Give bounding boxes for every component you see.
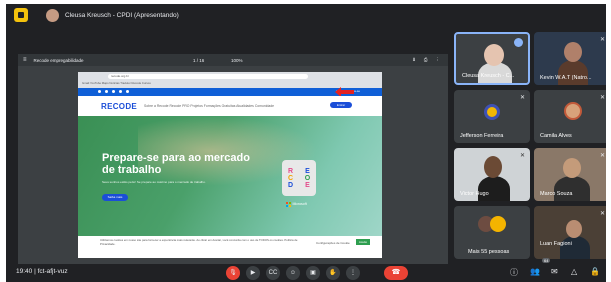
page-indicator: 1 / 16 xyxy=(193,57,205,63)
muted-mic-icon: ✕ xyxy=(599,95,605,101)
more-participants-tile[interactable]: Mais 55 pessoas xyxy=(454,206,530,259)
recode-card-logo: RECODE xyxy=(282,160,316,196)
hero-subtitle: Seus sonhos estão perto! Se prepare ao m… xyxy=(102,180,206,184)
avatar xyxy=(490,216,506,232)
microphone-toggle-icon[interactable]: 🎙 xyxy=(226,266,240,280)
participant-tile[interactable]: ✕ Luan Fagioni xyxy=(534,206,606,259)
chat-icon[interactable]: ✉ xyxy=(551,267,558,276)
download-icon[interactable]: ⬇ xyxy=(412,57,416,63)
site-nav: RECODE Sobre a Recode Recode PRO Projeto… xyxy=(78,96,382,116)
meeting-info: 19:40 | fct-afjt-vuz xyxy=(16,268,68,275)
cookie-accept-button: Aceito xyxy=(356,239,370,245)
current-time: 19:40 xyxy=(16,268,33,275)
avatar xyxy=(564,102,582,120)
top-bar: Cleusa Kreusch - CPDI (Apresentando) xyxy=(6,4,606,26)
zoom-level[interactable]: 100% xyxy=(231,58,243,63)
participant-name: Marco Souza xyxy=(540,191,573,197)
meet-app-icon xyxy=(14,8,28,22)
meet-window: Cleusa Kreusch - CPDI (Apresentando) ≡ R… xyxy=(6,4,606,282)
activities-icon[interactable]: △ xyxy=(571,267,577,276)
menu-icon[interactable]: ≡ xyxy=(23,57,27,63)
hero-cta: Saiba mais xyxy=(102,194,128,201)
meeting-code: fct-afjt-vuz xyxy=(37,268,68,275)
muted-mic-icon: ✕ xyxy=(599,37,605,43)
present-screen-icon[interactable]: ▣ xyxy=(306,266,320,280)
speaking-indicator-icon xyxy=(514,38,523,47)
more-vertical-icon[interactable]: ⋮ xyxy=(436,57,441,63)
host-controls-icon[interactable]: 🔒 xyxy=(590,267,600,276)
muted-mic-icon: ✕ xyxy=(599,153,605,159)
participant-tile[interactable]: ✕ Kevin W.A.T (Natro... xyxy=(534,32,606,85)
cookie-banner: Utilizamos cookies em nosso site para fo… xyxy=(78,236,382,258)
social-icons xyxy=(98,90,129,93)
people-icon[interactable]: 👥 xyxy=(530,267,540,276)
hero-banner: Prepare-se para ao mercado de trabalho S… xyxy=(78,116,382,236)
participant-name: Kevin W.A.T (Natro... xyxy=(540,75,592,81)
site-nav-links: Sobre a Recode Recode PRO Projetos Forma… xyxy=(144,104,275,108)
print-icon[interactable]: ⎙ xyxy=(424,57,428,63)
presenter-label: Cleusa Kreusch - CPDI (Apresentando) xyxy=(65,11,179,19)
shared-slide: recode.org.br Gmail YouTube Maps Notícia… xyxy=(78,72,382,258)
browser-bar: recode.org.br Gmail YouTube Maps Notícia… xyxy=(78,72,382,88)
hero-title: Prepare-se para ao mercado de trabalho xyxy=(102,152,250,176)
end-call-icon[interactable]: ☎ xyxy=(384,266,408,280)
document-toolbar: ≡ Recode empregabilidade 1 / 16 100% ⬇ ⎙… xyxy=(18,54,448,66)
more-options-icon[interactable]: ⋮ xyxy=(346,266,360,280)
site-nav-button: Entrar xyxy=(330,102,352,108)
participant-tile[interactable]: ✕ Victor Hugo xyxy=(454,148,530,201)
participant-name: Cleusa Kreusch - C... xyxy=(462,73,515,79)
recode-logo: RECODE xyxy=(101,102,138,111)
camera-toggle-icon[interactable]: ▶ xyxy=(246,266,260,280)
participant-name: Victor Hugo xyxy=(460,191,489,197)
captions-icon[interactable]: CC xyxy=(266,266,280,280)
document-name: Recode empregabilidade xyxy=(33,57,84,63)
muted-mic-icon: ✕ xyxy=(599,211,605,217)
bottom-bar: 19:40 | fct-afjt-vuz 🎙 ▶ CC ☺ ▣ ✋ ⋮ ☎ ⓘ … xyxy=(6,258,606,282)
info-icon[interactable]: ⓘ xyxy=(510,267,518,278)
participant-name: Mais 55 pessoas xyxy=(468,249,510,255)
avatar xyxy=(484,104,500,120)
site-top-strip: Login Inscreva-se xyxy=(78,87,382,97)
bookmarks-bar: Gmail YouTube Maps Notícias Tradutor Rec… xyxy=(82,81,151,85)
participant-tile[interactable]: ✕ Marco Souza xyxy=(534,148,606,201)
red-arrow-annotation xyxy=(335,87,354,97)
participant-name: Jefferson Ferreira xyxy=(460,133,504,139)
presentation-stage[interactable]: ≡ Recode empregabilidade 1 / 16 100% ⬇ ⎙… xyxy=(18,54,448,264)
participant-name: Camila Alves xyxy=(540,133,572,139)
muted-mic-icon: ✕ xyxy=(519,95,525,101)
emoji-reaction-icon[interactable]: ☺ xyxy=(286,266,300,280)
cookie-settings-link: Configurações de Cookie xyxy=(316,241,350,245)
people-count-badge: 64 xyxy=(542,258,551,263)
participant-tile[interactable]: Cleusa Kreusch - C... xyxy=(454,32,530,85)
url-bar: recode.org.br xyxy=(108,74,308,79)
microsoft-logo: Microsoft xyxy=(286,202,307,207)
muted-mic-icon: ✕ xyxy=(519,153,525,159)
participant-name: Luan Fagioni xyxy=(540,241,572,247)
raise-hand-icon[interactable]: ✋ xyxy=(326,266,340,280)
participant-tile[interactable]: ✕ Camila Alves xyxy=(534,90,606,143)
presenter-avatar xyxy=(46,8,59,22)
participant-tile[interactable]: ✕ Jefferson Ferreira xyxy=(454,90,530,143)
cookie-text: Utilizamos cookies em nosso site para fo… xyxy=(100,238,298,246)
